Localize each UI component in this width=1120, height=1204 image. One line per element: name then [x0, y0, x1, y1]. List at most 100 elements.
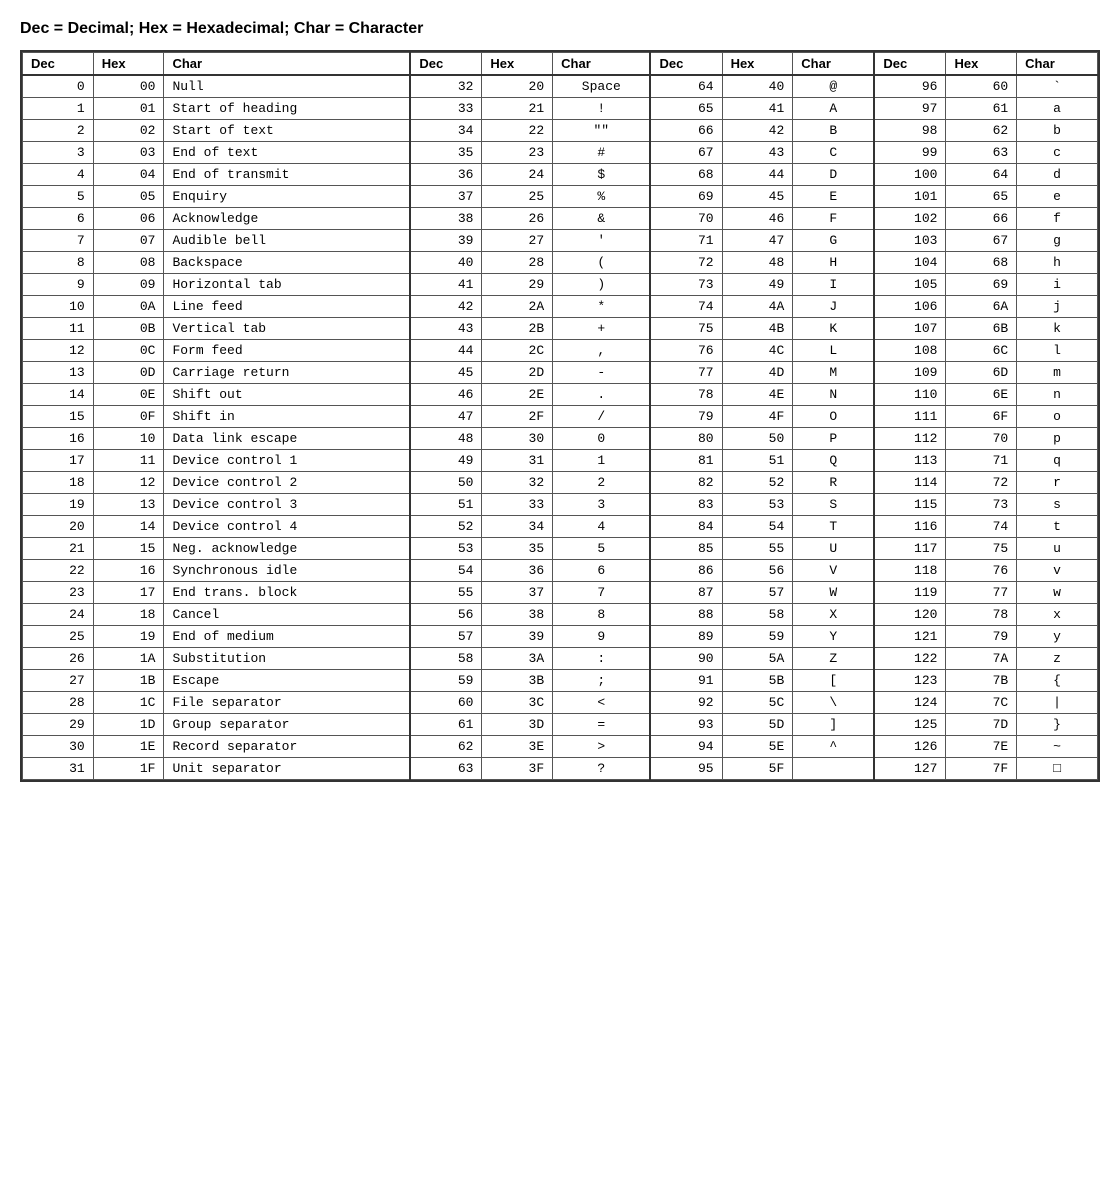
table-row: 261ASubstitution583A:905AZ1227Az — [23, 648, 1098, 670]
dec-3: 64 — [650, 75, 722, 98]
hex-2: 22 — [482, 120, 553, 142]
dec-1: 20 — [23, 516, 94, 538]
dec-4: 118 — [874, 560, 946, 582]
dec-1: 14 — [23, 384, 94, 406]
hex-3: 49 — [722, 274, 793, 296]
dec-3: 69 — [650, 186, 722, 208]
dec-2: 57 — [410, 626, 482, 648]
char-desc-1: Form feed — [164, 340, 410, 362]
char-val-4: t — [1017, 516, 1098, 538]
char-desc-1: Carriage return — [164, 362, 410, 384]
char-val-2: + — [553, 318, 651, 340]
hex-3: 5E — [722, 736, 793, 758]
hex-3: 42 — [722, 120, 793, 142]
col-char-2: Char — [553, 53, 651, 76]
char-val-3: G — [793, 230, 875, 252]
char-val-3: S — [793, 494, 875, 516]
hex-1: 0A — [93, 296, 164, 318]
char-val-2: Space — [553, 75, 651, 98]
dec-2: 33 — [410, 98, 482, 120]
dec-3: 72 — [650, 252, 722, 274]
hex-3: 48 — [722, 252, 793, 274]
hex-2: 21 — [482, 98, 553, 120]
char-val-2: 4 — [553, 516, 651, 538]
char-desc-1: Data link escape — [164, 428, 410, 450]
dec-3: 73 — [650, 274, 722, 296]
dec-4: 110 — [874, 384, 946, 406]
hex-3: 45 — [722, 186, 793, 208]
hex-4: 76 — [946, 560, 1017, 582]
hex-3: 4B — [722, 318, 793, 340]
hex-4: 6E — [946, 384, 1017, 406]
hex-1: 18 — [93, 604, 164, 626]
hex-3: 58 — [722, 604, 793, 626]
hex-3: 4F — [722, 406, 793, 428]
dec-3: 93 — [650, 714, 722, 736]
char-val-4: ~ — [1017, 736, 1098, 758]
dec-3: 74 — [650, 296, 722, 318]
char-val-2: * — [553, 296, 651, 318]
char-val-3: W — [793, 582, 875, 604]
hex-2: 26 — [482, 208, 553, 230]
char-val-2: ? — [553, 758, 651, 780]
dec-2: 34 — [410, 120, 482, 142]
hex-1: 0E — [93, 384, 164, 406]
char-val-2: ) — [553, 274, 651, 296]
dec-4: 127 — [874, 758, 946, 780]
hex-3: 57 — [722, 582, 793, 604]
char-val-3: V — [793, 560, 875, 582]
hex-3: 4C — [722, 340, 793, 362]
char-val-4: □ — [1017, 758, 1098, 780]
dec-2: 56 — [410, 604, 482, 626]
hex-4: 75 — [946, 538, 1017, 560]
dec-1: 1 — [23, 98, 94, 120]
char-desc-1: Shift in — [164, 406, 410, 428]
char-val-4: i — [1017, 274, 1098, 296]
char-val-3: \ — [793, 692, 875, 714]
dec-4: 108 — [874, 340, 946, 362]
hex-1: 02 — [93, 120, 164, 142]
hex-3: 5B — [722, 670, 793, 692]
hex-2: 3A — [482, 648, 553, 670]
char-val-4: r — [1017, 472, 1098, 494]
dec-3: 77 — [650, 362, 722, 384]
hex-3: 43 — [722, 142, 793, 164]
dec-1: 26 — [23, 648, 94, 670]
char-desc-1: Unit separator — [164, 758, 410, 780]
char-val-2: ; — [553, 670, 651, 692]
char-val-4: e — [1017, 186, 1098, 208]
dec-1: 29 — [23, 714, 94, 736]
hex-2: 2B — [482, 318, 553, 340]
dec-1: 19 — [23, 494, 94, 516]
char-val-3: J — [793, 296, 875, 318]
char-val-2: & — [553, 208, 651, 230]
table-row: 707Audible bell3927'7147G10367g — [23, 230, 1098, 252]
table-row: 909Horizontal tab4129)7349I10569i — [23, 274, 1098, 296]
hex-3: 51 — [722, 450, 793, 472]
dec-1: 11 — [23, 318, 94, 340]
dec-2: 50 — [410, 472, 482, 494]
hex-4: 65 — [946, 186, 1017, 208]
char-desc-1: Null — [164, 75, 410, 98]
table-row: 2216Synchronous idle543668656V11876v — [23, 560, 1098, 582]
hex-2: 24 — [482, 164, 553, 186]
hex-1: 15 — [93, 538, 164, 560]
hex-1: 14 — [93, 516, 164, 538]
dec-2: 40 — [410, 252, 482, 274]
dec-1: 16 — [23, 428, 94, 450]
ascii-table-wrapper: Dec Hex Char Dec Hex Char Dec Hex Char D… — [20, 50, 1100, 782]
char-desc-1: Horizontal tab — [164, 274, 410, 296]
char-desc-1: Shift out — [164, 384, 410, 406]
dec-1: 21 — [23, 538, 94, 560]
dec-3: 82 — [650, 472, 722, 494]
char-val-4: g — [1017, 230, 1098, 252]
table-row: 1913Device control 3513338353S11573s — [23, 494, 1098, 516]
hex-1: 01 — [93, 98, 164, 120]
dec-3: 78 — [650, 384, 722, 406]
char-val-4: x — [1017, 604, 1098, 626]
dec-4: 119 — [874, 582, 946, 604]
char-desc-1: Device control 4 — [164, 516, 410, 538]
dec-2: 45 — [410, 362, 482, 384]
table-row: 311FUnit separator633F?955F1277F□ — [23, 758, 1098, 780]
dec-4: 126 — [874, 736, 946, 758]
